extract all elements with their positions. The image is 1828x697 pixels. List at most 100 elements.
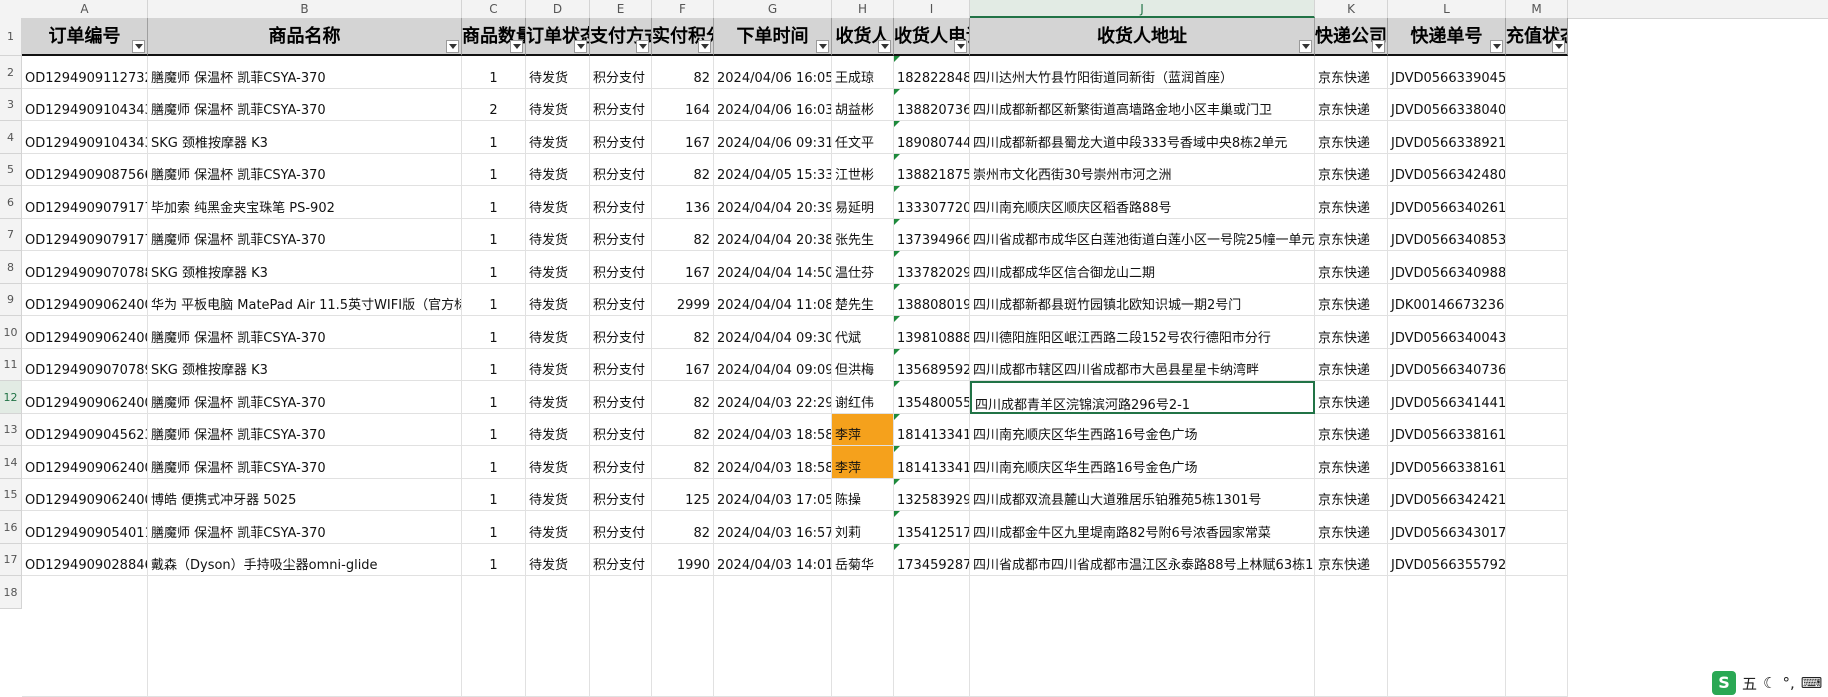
table-cell[interactable]: 京东快递 <box>1315 511 1388 544</box>
table-cell[interactable]: 1 <box>462 479 526 511</box>
row-header-13[interactable]: 13 <box>0 414 22 446</box>
table-cell[interactable]: 2 <box>462 89 526 121</box>
table-cell[interactable]: 待发货 <box>526 349 590 381</box>
text-number-warning-icon[interactable] <box>894 251 900 257</box>
punctuation-icon[interactable]: °, <box>1782 674 1794 692</box>
table-cell[interactable]: 胡益彬 <box>832 89 894 121</box>
text-number-warning-icon[interactable] <box>894 511 900 517</box>
row-header-18[interactable]: 18 <box>0 576 22 609</box>
table-cell[interactable]: 2024/04/06 16:03:52 <box>714 89 832 121</box>
text-number-warning-icon[interactable] <box>894 446 900 452</box>
ime-mode-label[interactable]: 五 <box>1742 673 1757 694</box>
table-cell[interactable]: 1 <box>462 186 526 219</box>
table-cell[interactable]: OD1294909028846198 <box>22 544 148 576</box>
table-cell[interactable]: 82 <box>652 56 714 89</box>
table-cell[interactable]: JDVD05663430174 <box>1388 511 1506 544</box>
table-cell[interactable]: OD1294909070788675 <box>22 251 148 284</box>
row-header-2[interactable]: 2 <box>0 56 22 89</box>
table-cell[interactable]: 积分支付 <box>590 544 652 576</box>
row-header-1[interactable]: 1 <box>0 18 22 56</box>
table-cell[interactable] <box>1506 544 1568 576</box>
table-cell[interactable] <box>1506 576 1568 697</box>
table-cell[interactable]: 待发货 <box>526 121 590 154</box>
table-cell[interactable]: 积分支付 <box>590 89 652 121</box>
table-cell[interactable]: JDVD05663380404 <box>1388 89 1506 121</box>
table-cell[interactable]: 82 <box>652 414 714 446</box>
table-cell[interactable]: 1 <box>462 381 526 414</box>
table-cell[interactable] <box>1506 89 1568 121</box>
table-cell[interactable]: 待发货 <box>526 219 590 251</box>
table-cell[interactable]: 82 <box>652 511 714 544</box>
table-cell[interactable]: 13258392999 <box>894 479 970 511</box>
table-cell[interactable]: 待发货 <box>526 511 590 544</box>
text-number-warning-icon[interactable] <box>894 121 900 127</box>
table-cell[interactable] <box>1506 511 1568 544</box>
table-cell[interactable]: JDVD05663390456 <box>1388 56 1506 89</box>
table-cell[interactable]: 四川德阳旌阳区岷江西路二段152号农行德阳市分行 <box>970 316 1315 349</box>
table-cell[interactable]: 1 <box>462 56 526 89</box>
text-number-warning-icon[interactable] <box>894 284 900 290</box>
table-cell[interactable]: 四川省成都市成华区白莲池街道白莲小区一号院25幢一单元5 <box>970 219 1315 251</box>
table-cell[interactable]: 待发货 <box>526 186 590 219</box>
text-number-warning-icon[interactable] <box>894 186 900 192</box>
table-cell[interactable]: 82 <box>652 446 714 479</box>
table-cell[interactable]: JDVD05663407368 <box>1388 349 1506 381</box>
column-header-l[interactable]: L <box>1388 0 1506 18</box>
column-header-b[interactable]: B <box>148 0 462 18</box>
filter-dropdown-icon[interactable] <box>574 40 587 53</box>
table-cell[interactable]: 京东快递 <box>1315 316 1388 349</box>
table-cell[interactable]: 13541251763 <box>894 511 970 544</box>
table-cell[interactable] <box>832 576 894 697</box>
table-cell[interactable] <box>1506 414 1568 446</box>
text-number-warning-icon[interactable] <box>894 349 900 355</box>
table-cell[interactable]: 18908074474 <box>894 121 970 154</box>
table-cell[interactable]: 积分支付 <box>590 219 652 251</box>
text-number-warning-icon[interactable] <box>894 89 900 95</box>
table-cell[interactable]: 1 <box>462 544 526 576</box>
table-cell[interactable]: 京东快递 <box>1315 121 1388 154</box>
table-cell[interactable]: 膳魔师 保温杯 凯菲CSYA-370 <box>148 89 462 121</box>
text-number-warning-icon[interactable] <box>894 381 900 387</box>
row-header-10[interactable]: 10 <box>0 316 22 349</box>
row-header-11[interactable]: 11 <box>0 349 22 381</box>
table-cell[interactable]: 136 <box>652 186 714 219</box>
table-cell[interactable]: 2024/04/03 14:01:24 <box>714 544 832 576</box>
table-cell[interactable]: 1 <box>462 251 526 284</box>
table-cell[interactable]: 四川成都金牛区九里堤南路82号附6号浓香园家常菜 <box>970 511 1315 544</box>
table-cell[interactable]: 京东快递 <box>1315 381 1388 414</box>
table-cell[interactable]: 待发货 <box>526 89 590 121</box>
table-cell[interactable]: 待发货 <box>526 56 590 89</box>
table-cell[interactable] <box>1506 446 1568 479</box>
table-cell[interactable]: 积分支付 <box>590 154 652 186</box>
table-cell[interactable]: 京东快递 <box>1315 544 1388 576</box>
table-cell[interactable]: OD1294909070789060 <box>22 349 148 381</box>
row-header-8[interactable]: 8 <box>0 251 22 284</box>
text-number-warning-icon[interactable] <box>894 316 900 322</box>
table-cell[interactable] <box>1506 349 1568 381</box>
table-cell[interactable]: 积分支付 <box>590 479 652 511</box>
table-cell[interactable]: 18141334135 <box>894 414 970 446</box>
ime-logo-icon[interactable]: S <box>1712 671 1736 695</box>
table-cell[interactable]: 温仕芬 <box>832 251 894 284</box>
table-cell[interactable]: OD1294909045623392 <box>22 414 148 446</box>
table-cell[interactable] <box>652 576 714 697</box>
filter-dropdown-icon[interactable] <box>510 40 523 53</box>
table-cell[interactable]: 82 <box>652 154 714 186</box>
table-cell[interactable]: 2024/04/03 18:58:40 <box>714 414 832 446</box>
table-cell[interactable]: 待发货 <box>526 414 590 446</box>
table-cell[interactable]: 积分支付 <box>590 316 652 349</box>
row-header-4[interactable]: 4 <box>0 121 22 154</box>
row-header-16[interactable]: 16 <box>0 511 22 544</box>
table-cell[interactable]: 京东快递 <box>1315 154 1388 186</box>
table-cell[interactable]: 膳魔师 保温杯 凯菲CSYA-370 <box>148 511 462 544</box>
table-cell[interactable]: 18141334135 <box>894 446 970 479</box>
text-number-warning-icon[interactable] <box>894 479 900 485</box>
table-cell[interactable]: 1 <box>462 446 526 479</box>
text-number-warning-icon[interactable] <box>894 544 900 550</box>
row-header-3[interactable]: 3 <box>0 89 22 121</box>
table-cell[interactable]: 易延明 <box>832 186 894 219</box>
row-header-14[interactable]: 14 <box>0 446 22 479</box>
table-cell[interactable]: 2024/04/03 22:29:18 <box>714 381 832 414</box>
table-cell[interactable]: 谢红伟 <box>832 381 894 414</box>
table-cell[interactable]: 1 <box>462 316 526 349</box>
